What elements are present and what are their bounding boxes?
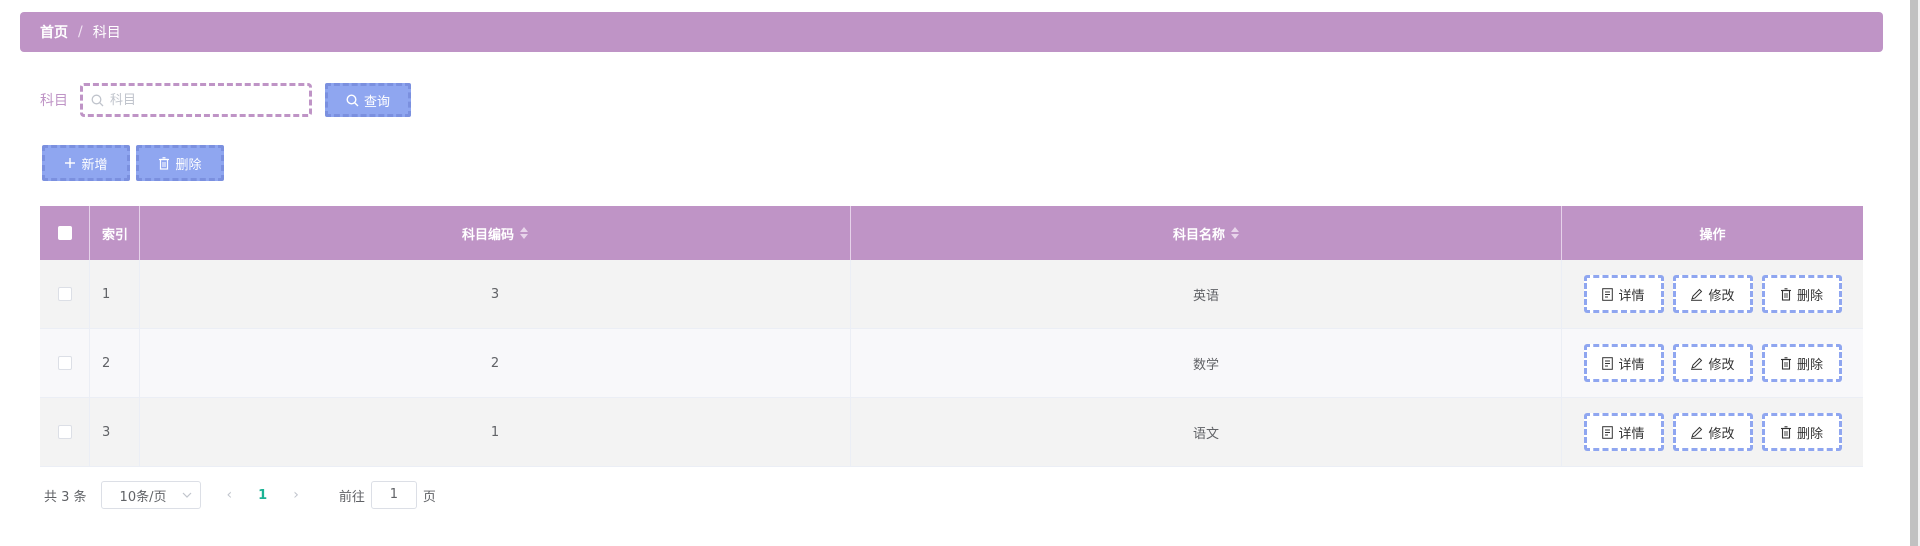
row-index: 1: [90, 260, 140, 328]
row-name: 英语: [851, 260, 1562, 328]
edit-icon: [1691, 357, 1703, 370]
edit-button[interactable]: 修改: [1672, 275, 1753, 313]
row-checkbox[interactable]: [57, 425, 72, 439]
table-row: 1 3 英语 详情 修改 删除: [40, 260, 1863, 329]
header-select-all-cell: [40, 206, 90, 260]
page-number-active[interactable]: 1: [258, 488, 267, 503]
query-button-label: 查询: [363, 94, 390, 110]
edit-icon: [1691, 288, 1703, 301]
edit-button-label: 修改: [1708, 426, 1735, 442]
goto-page-input[interactable]: 1: [370, 481, 417, 509]
plus-icon: [65, 158, 76, 168]
trash-icon: [1780, 425, 1791, 439]
row-code: 1: [140, 398, 851, 466]
next-page-button[interactable]: ›: [293, 487, 299, 503]
row-checkbox[interactable]: [57, 356, 72, 370]
header-ops: 操作: [1699, 227, 1726, 243]
detail-button[interactable]: 详情: [1583, 275, 1664, 313]
edit-icon: [1691, 426, 1703, 439]
row-code: 2: [140, 329, 851, 397]
delete-button[interactable]: 删除: [1761, 275, 1842, 313]
row-index: 3: [90, 398, 140, 466]
scrollbar-thumb[interactable]: [1910, 0, 1918, 546]
delete-button-label: 删除: [1796, 288, 1823, 304]
breadcrumb-current: 科目: [92, 25, 121, 41]
row-name: 数学: [851, 329, 1562, 397]
document-icon: [1602, 287, 1614, 301]
prev-page-button[interactable]: ‹: [227, 487, 233, 503]
document-icon: [1602, 425, 1614, 439]
detail-button-label: 详情: [1618, 357, 1645, 373]
delete-button-label: 删除: [1796, 426, 1823, 442]
add-button[interactable]: 新增: [42, 145, 130, 181]
add-button-label: 新增: [81, 157, 108, 173]
edit-button[interactable]: 修改: [1672, 344, 1753, 382]
row-ops: 详情 修改 删除: [1562, 398, 1863, 466]
row-select-cell: [40, 260, 90, 328]
detail-button-label: 详情: [1618, 426, 1645, 442]
detail-button-label: 详情: [1618, 288, 1645, 304]
trash-icon: [159, 156, 170, 170]
search-input-wrapper[interactable]: [80, 83, 312, 117]
header-code[interactable]: 科目编码: [140, 206, 851, 260]
row-checkbox[interactable]: [57, 287, 72, 301]
batch-delete-button-label: 删除: [175, 157, 202, 173]
search-label: 科目: [40, 93, 68, 109]
search-input[interactable]: [110, 92, 290, 108]
table-row: 2 2 数学 详情 修改 删除: [40, 329, 1863, 398]
page-size-select[interactable]: 10条/页: [100, 481, 201, 509]
toolbar: 新增 删除: [42, 145, 224, 181]
chevron-down-icon: [182, 492, 191, 498]
goto-page: 前往 1 页: [339, 481, 436, 509]
delete-button-label: 删除: [1796, 357, 1823, 373]
table-header: 索引 科目编码 科目名称 操作: [40, 206, 1863, 260]
batch-delete-button[interactable]: 删除: [136, 145, 224, 181]
subjects-table: 索引 科目编码 科目名称 操作 1 3 英语 详情 修改 删除 2 2 数学 详…: [40, 206, 1863, 467]
row-select-cell: [40, 398, 90, 466]
row-index: 2: [90, 329, 140, 397]
breadcrumb-separator: /: [78, 24, 83, 40]
delete-button[interactable]: 删除: [1761, 344, 1842, 382]
header-code-label: 科目编码: [461, 227, 514, 243]
edit-button-label: 修改: [1708, 357, 1735, 373]
row-select-cell: [40, 329, 90, 397]
row-code: 3: [140, 260, 851, 328]
row-ops: 详情 修改 删除: [1562, 260, 1863, 328]
pagination: 共 3 条 10条/页 ‹ 1 › 前往 1 页: [44, 481, 436, 509]
sort-icon[interactable]: [520, 227, 528, 239]
sort-icon[interactable]: [1231, 227, 1239, 239]
document-icon: [1602, 356, 1614, 370]
header-index: 索引: [90, 206, 140, 260]
query-button[interactable]: 查询: [325, 83, 411, 117]
page-size-value: 10条/页: [119, 489, 167, 505]
row-name: 语文: [851, 398, 1562, 466]
detail-button[interactable]: 详情: [1583, 344, 1664, 382]
trash-icon: [1780, 287, 1791, 301]
row-ops: 详情 修改 删除: [1562, 329, 1863, 397]
pagination-total: 共 3 条: [44, 489, 87, 505]
breadcrumb: 首页 / 科目: [20, 12, 1883, 52]
table-row: 3 1 语文 详情 修改 删除: [40, 398, 1863, 467]
select-all-checkbox[interactable]: [57, 226, 72, 240]
search-icon: [346, 93, 359, 106]
edit-button-label: 修改: [1708, 288, 1735, 304]
search-icon: [91, 94, 104, 106]
header-name-label: 科目名称: [1172, 227, 1225, 243]
detail-button[interactable]: 详情: [1583, 413, 1664, 451]
search-form: 科目 查询: [40, 83, 411, 117]
breadcrumb-home[interactable]: 首页: [40, 22, 68, 42]
goto-prefix: 前往: [338, 489, 365, 505]
goto-suffix: 页: [422, 489, 436, 505]
header-name[interactable]: 科目名称: [851, 206, 1562, 260]
delete-button[interactable]: 删除: [1761, 413, 1842, 451]
edit-button[interactable]: 修改: [1672, 413, 1753, 451]
trash-icon: [1780, 356, 1791, 370]
